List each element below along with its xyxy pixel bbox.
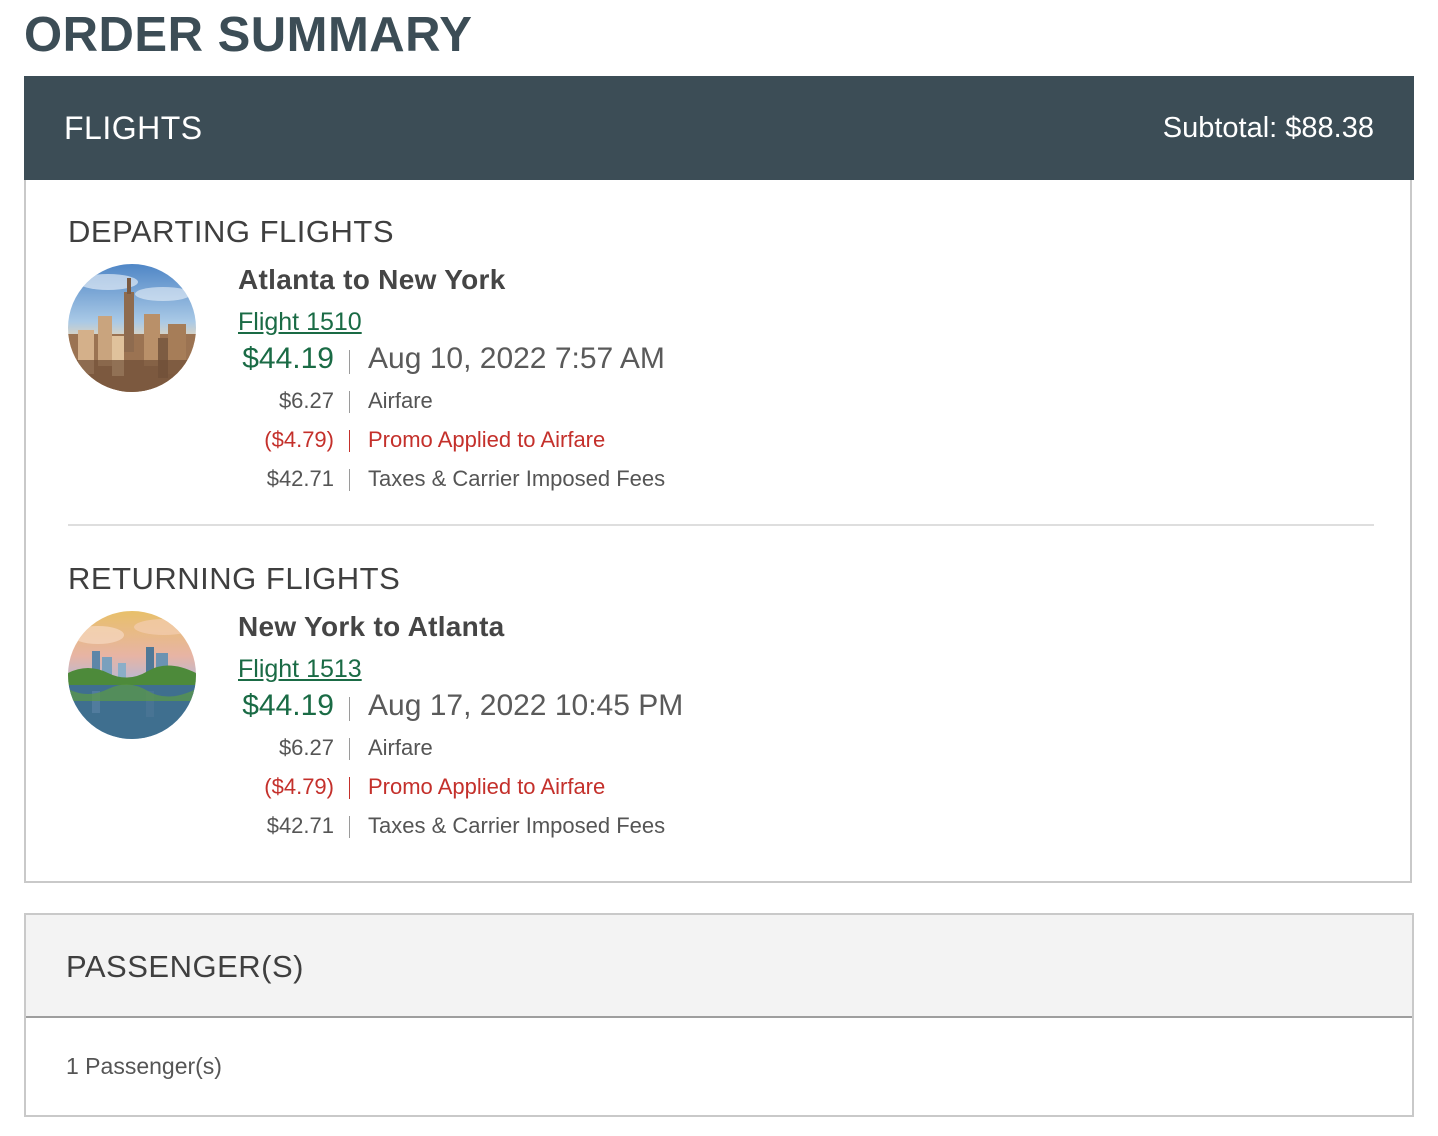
separator — [349, 738, 350, 760]
airfare-amount: $6.27 — [278, 388, 334, 413]
promo-label: Promo Applied to Airfare — [368, 774, 606, 799]
departing-section-title: DEPARTING FLIGHTS — [68, 214, 395, 249]
returning-taxes-row: $42.71 Taxes & Carrier Imposed Fees — [238, 809, 938, 845]
flights-subtotal: Subtotal: $88.38 — [1162, 112, 1374, 144]
returning-price-row: $44.19 Aug 17, 2022 10:45 PM — [238, 689, 938, 727]
departing-airfare-row: $6.27 Airfare — [238, 384, 938, 420]
departing-flight-link[interactable]: Flight 1510 — [238, 308, 362, 337]
separator — [349, 469, 350, 491]
flights-panel: FLIGHTS Subtotal: $88.38 DEPARTING FLIGH… — [24, 76, 1414, 883]
separator — [349, 816, 350, 838]
taxes-amount: $42.71 — [266, 813, 334, 838]
airfare-amount: $6.27 — [278, 735, 334, 760]
separator — [349, 350, 350, 374]
departing-datetime: Aug 10, 2022 7:57 AM — [368, 342, 665, 375]
promo-label: Promo Applied to Airfare — [368, 427, 606, 452]
departing-price-row: $44.19 Aug 10, 2022 7:57 AM — [238, 342, 938, 380]
atlanta-skyline-image — [68, 611, 196, 739]
passengers-panel: PASSENGER(S) 1 Passenger(s) — [24, 913, 1414, 1117]
returning-airfare-row: $6.27 Airfare — [238, 731, 938, 767]
departing-promo-row: ($4.79) Promo Applied to Airfare — [238, 423, 938, 459]
taxes-label: Taxes & Carrier Imposed Fees — [368, 813, 666, 838]
returning-section-title: RETURNING FLIGHTS — [68, 561, 401, 596]
passenger-count: 1 Passenger(s) — [66, 1053, 222, 1079]
new-york-skyline-image — [68, 264, 196, 392]
section-divider — [68, 524, 1374, 526]
flights-header-title: FLIGHTS — [64, 110, 203, 146]
returning-promo-row: ($4.79) Promo Applied to Airfare — [238, 770, 938, 806]
taxes-label: Taxes & Carrier Imposed Fees — [368, 466, 666, 491]
passengers-header: PASSENGER(S) — [26, 915, 1412, 1018]
passengers-header-title: PASSENGER(S) — [66, 949, 304, 984]
promo-amount: ($4.79) — [264, 427, 334, 452]
airfare-label: Airfare — [368, 388, 433, 413]
returning-route-title: New York to Atlanta — [238, 611, 505, 642]
taxes-amount: $42.71 — [266, 466, 334, 491]
airfare-label: Airfare — [368, 735, 433, 760]
departing-route-title: Atlanta to New York — [238, 264, 506, 295]
page-title: ORDER SUMMARY — [24, 8, 473, 62]
separator — [349, 697, 350, 721]
returning-flight-link[interactable]: Flight 1513 — [238, 655, 362, 684]
departing-taxes-row: $42.71 Taxes & Carrier Imposed Fees — [238, 462, 938, 498]
returning-total-price: $44.19 — [242, 689, 334, 722]
departing-total-price: $44.19 — [242, 342, 334, 375]
promo-amount: ($4.79) — [264, 774, 334, 799]
separator — [349, 391, 350, 413]
separator — [349, 430, 350, 452]
flights-header: FLIGHTS Subtotal: $88.38 — [24, 76, 1414, 180]
separator — [349, 777, 350, 799]
returning-datetime: Aug 17, 2022 10:45 PM — [368, 689, 684, 722]
